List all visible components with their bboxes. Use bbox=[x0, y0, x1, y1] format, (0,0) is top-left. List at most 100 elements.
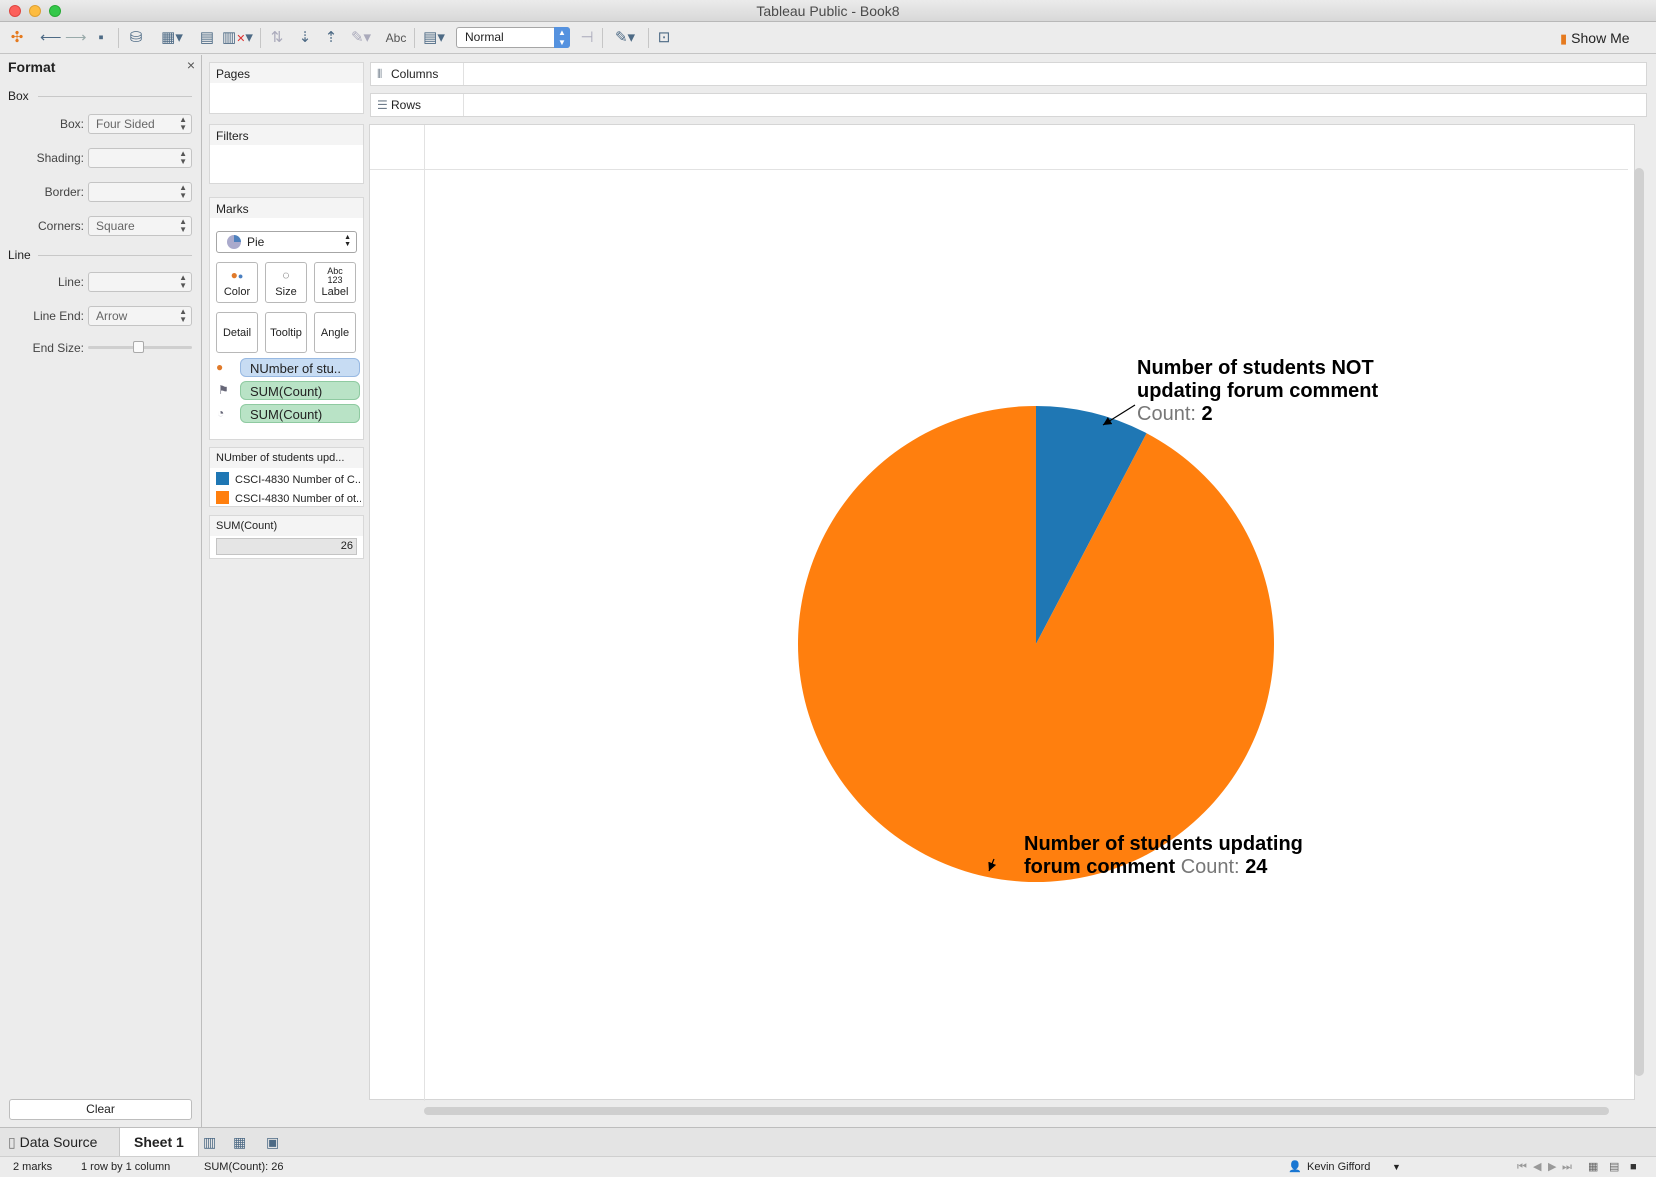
end-size-slider[interactable] bbox=[88, 341, 192, 353]
film-view-icon[interactable]: ▤ bbox=[1609, 1157, 1619, 1177]
zoom-window-button[interactable] bbox=[49, 5, 61, 17]
legend-item[interactable]: CSCI-4830 Number of ot... bbox=[216, 491, 361, 505]
highlight-icon[interactable]: ✎▾ bbox=[348, 28, 374, 48]
status-sum: SUM(Count): 26 bbox=[204, 1161, 284, 1173]
corners-select[interactable]: Square ▲ ▼ bbox=[88, 216, 192, 236]
pie-slice-updating[interactable] bbox=[798, 406, 1275, 883]
vertical-scrollbar[interactable] bbox=[1634, 168, 1644, 1076]
marks-title: Marks bbox=[210, 198, 363, 218]
angle-measure-pill[interactable]: SUM(Count) bbox=[240, 404, 360, 423]
sort-desc-icon[interactable]: ⇡ bbox=[322, 28, 340, 48]
rows-drop-area[interactable] bbox=[463, 94, 1646, 116]
fit-icon[interactable]: ▤▾ bbox=[419, 28, 449, 48]
chevron-updown-icon: ▲ ▼ bbox=[179, 273, 187, 290]
size-button[interactable]: ◌ Size bbox=[265, 262, 307, 303]
border-select[interactable]: ▲ ▼ bbox=[88, 182, 192, 202]
shading-select[interactable]: ▲ ▼ bbox=[88, 148, 192, 168]
new-datasource-icon[interactable]: ⛁ bbox=[127, 28, 145, 48]
presentation-icon[interactable]: ⊡ bbox=[654, 28, 674, 48]
new-dashboard-icon[interactable]: ▦ bbox=[233, 1128, 246, 1156]
label-flag-icon: ⚑ bbox=[218, 383, 229, 397]
status-dims: 1 row by 1 column bbox=[81, 1161, 171, 1173]
tableau-logo-icon[interactable]: ✣ bbox=[8, 28, 26, 48]
toolbar: ✣ ⟵ ⟶ ▪ ⛁ ▦▾ ▤ ▥✕▾ ⇅ ⇣ ⇡ ✎▾ Abc ▤▾ Norma… bbox=[0, 22, 1656, 54]
chevron-updown-icon: ▲ ▼ bbox=[179, 115, 187, 132]
format-pane: Format × Box Box: Four Sided ▲ ▼ Shading: … bbox=[0, 55, 202, 1127]
size-legend-title: SUM(Count) bbox=[210, 516, 363, 536]
new-worksheet-icon[interactable]: ▥ bbox=[203, 1128, 216, 1156]
grid-view-icon[interactable]: ▦ bbox=[1588, 1157, 1598, 1177]
worksheet-view[interactable]: Number of students NOT updating forum co… bbox=[369, 124, 1635, 1101]
slider-knob[interactable] bbox=[133, 341, 144, 353]
border-label: Border: bbox=[44, 185, 84, 199]
mark-type-select[interactable]: Pie ▲ ▼ bbox=[216, 231, 357, 253]
rows-shelf[interactable]: ☰ Rows bbox=[370, 93, 1647, 117]
detail-button[interactable]: Detail bbox=[216, 312, 258, 353]
label-icon: Abc 123 bbox=[327, 266, 343, 285]
next-page-icon[interactable]: ▶ bbox=[1548, 1157, 1556, 1177]
legend-item[interactable]: CSCI-4830 Number of C... bbox=[216, 472, 361, 486]
columns-label: Columns bbox=[391, 67, 439, 81]
columns-shelf[interactable]: ⦀ Columns bbox=[370, 62, 1647, 86]
size-legend: SUM(Count) 26 bbox=[209, 515, 364, 559]
pie-icon bbox=[227, 235, 241, 249]
duplicate-icon[interactable]: ▤ bbox=[198, 28, 216, 48]
tab-sheet-1[interactable]: Sheet 1 bbox=[119, 1128, 199, 1156]
box-select[interactable]: Four Sided ▲ ▼ bbox=[88, 114, 192, 134]
pages-title: Pages bbox=[210, 63, 363, 83]
label-button[interactable]: Abc 123 Label bbox=[314, 262, 356, 303]
legend-swatch bbox=[216, 491, 229, 504]
minimize-window-button[interactable] bbox=[29, 5, 41, 17]
rows-label: Rows bbox=[391, 98, 422, 112]
bar-chart-icon: ▮ bbox=[1560, 31, 1568, 46]
filters-title: Filters bbox=[210, 125, 363, 145]
line-select[interactable]: ▲ ▼ bbox=[88, 272, 192, 292]
color-icon: ● bbox=[216, 360, 224, 374]
sort-asc-icon[interactable]: ⇣ bbox=[296, 28, 314, 48]
new-worksheet-icon[interactable]: ▦▾ bbox=[158, 28, 186, 48]
pages-card[interactable]: Pages bbox=[209, 62, 364, 114]
fit-select[interactable]: Normal ▲ ▼ bbox=[456, 27, 570, 48]
filters-card[interactable]: Filters bbox=[209, 124, 364, 184]
chevron-down-icon[interactable]: ▼ bbox=[1392, 1157, 1401, 1177]
clear-button[interactable]: Clear bbox=[9, 1099, 192, 1120]
save-icon[interactable]: ▪ bbox=[92, 28, 110, 48]
title-bar: Tableau Public - Book8 bbox=[0, 0, 1656, 22]
color-dimension-pill[interactable]: NUmber of stu.. bbox=[240, 358, 360, 377]
prev-page-icon[interactable]: ◀ bbox=[1533, 1157, 1541, 1177]
redo-icon[interactable]: ⟶ bbox=[65, 28, 87, 48]
color-icon: ●● bbox=[230, 268, 244, 282]
format-header: Format × bbox=[0, 55, 201, 75]
pin-icon[interactable]: ⊣ bbox=[578, 28, 596, 48]
tab-view-icon[interactable]: ■ bbox=[1630, 1157, 1637, 1177]
tooltip-button[interactable]: Tooltip bbox=[265, 312, 307, 353]
first-page-icon[interactable]: ⏮ bbox=[1517, 1157, 1527, 1177]
undo-icon[interactable]: ⟵ bbox=[40, 28, 62, 48]
legend-swatch bbox=[216, 472, 229, 485]
angle-button[interactable]: Angle bbox=[314, 312, 356, 353]
show-me-button[interactable]: ▮ Show Me bbox=[1560, 28, 1630, 48]
new-story-icon[interactable]: ▣ bbox=[266, 1128, 279, 1156]
columns-drop-area[interactable] bbox=[463, 63, 1646, 85]
chevron-updown-icon: ▲ ▼ bbox=[344, 234, 351, 248]
labels-button[interactable]: Abc bbox=[383, 28, 409, 48]
horizontal-scrollbar[interactable] bbox=[424, 1107, 1609, 1115]
tab-data-source[interactable]: ▯ Data Source bbox=[8, 1128, 97, 1156]
user-name[interactable]: Kevin Gifford bbox=[1307, 1157, 1370, 1177]
last-page-icon[interactable]: ⏭ bbox=[1562, 1157, 1572, 1177]
label-measure-pill[interactable]: SUM(Count) bbox=[240, 381, 360, 400]
line-end-select[interactable]: Arrow ▲ ▼ bbox=[88, 306, 192, 326]
marks-card: Marks Pie ▲ ▼ ●● Color ◌ Size Abc 123 Label … bbox=[209, 197, 364, 440]
line-section-label: Line bbox=[8, 248, 31, 262]
box-section-label: Box bbox=[8, 89, 29, 103]
line-label: Line: bbox=[57, 275, 84, 289]
chevron-updown-icon: ▲ ▼ bbox=[554, 27, 570, 48]
pen-icon[interactable]: ✎▾ bbox=[610, 28, 640, 48]
clear-sheet-icon[interactable]: ▥✕▾ bbox=[222, 28, 253, 48]
color-button[interactable]: ●● Color bbox=[216, 262, 258, 303]
cards-pane: Pages Filters Marks Pie ▲ ▼ ●● Color ◌ Size… bbox=[203, 55, 364, 1127]
chevron-updown-icon: ▲ ▼ bbox=[179, 183, 187, 200]
swap-icon[interactable]: ⇅ bbox=[268, 28, 286, 48]
close-window-button[interactable] bbox=[9, 5, 21, 17]
close-icon[interactable]: × bbox=[187, 57, 195, 73]
